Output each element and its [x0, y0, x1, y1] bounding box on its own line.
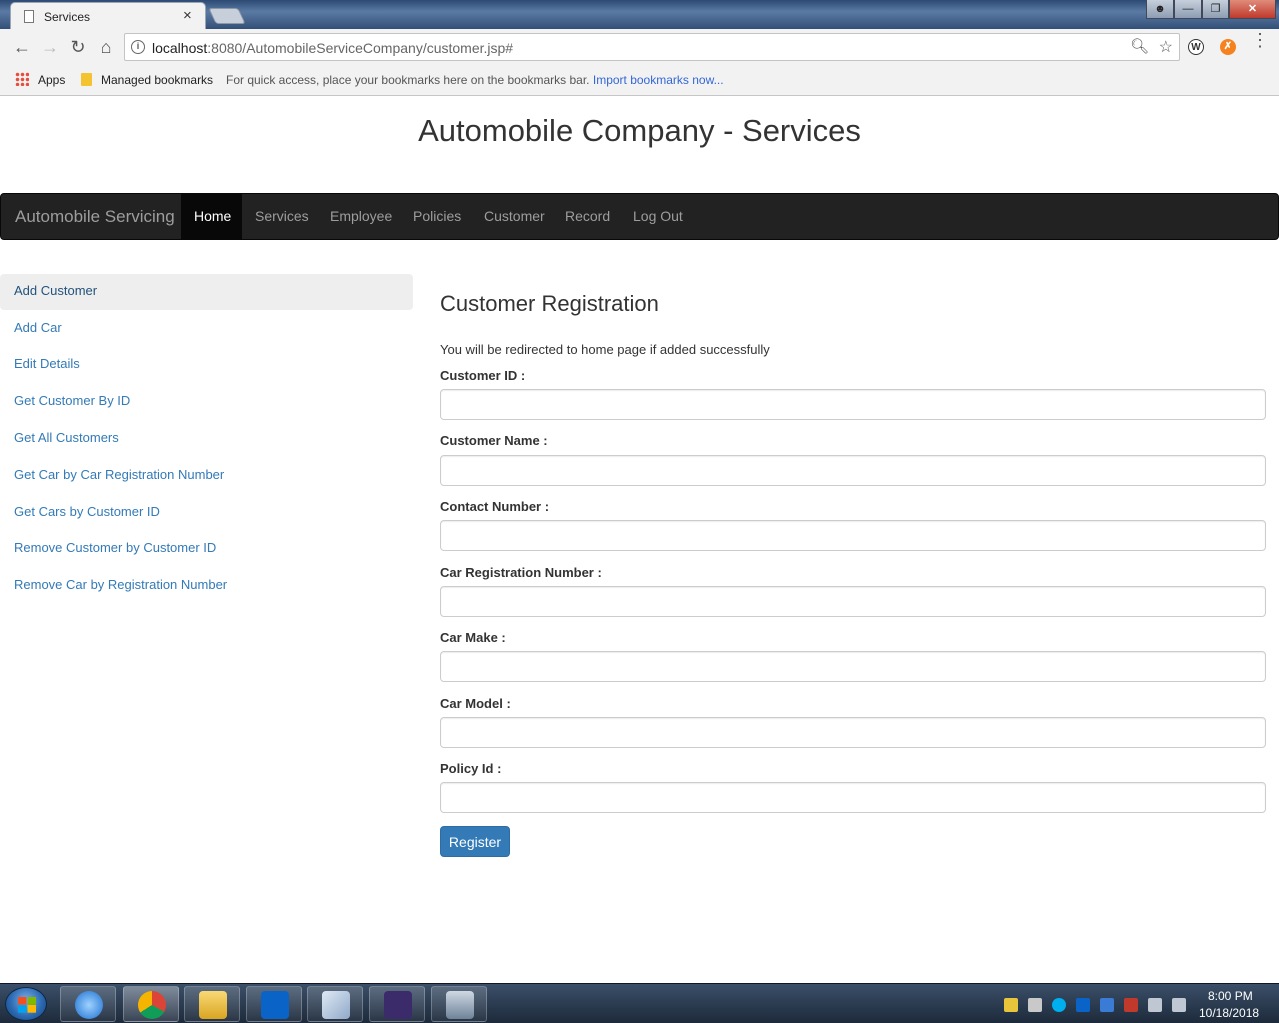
app-tray-icon[interactable] — [1100, 998, 1114, 1012]
zoom-icon[interactable]: 🔍︎ — [1130, 37, 1149, 55]
form-title: Customer Registration — [440, 291, 659, 316]
clock-date[interactable]: 10/18/2018 — [1199, 1006, 1259, 1020]
bookmarks-hint-text: For quick access, place your bookmarks h… — [226, 73, 590, 87]
site-info-icon[interactable]: i — [131, 40, 145, 54]
back-arrow-icon[interactable]: ← — [11, 38, 33, 56]
sidebar-item-get-cars-by-customer[interactable]: Get Cars by Customer ID — [0, 495, 413, 531]
browser-tab[interactable]: Services × — [10, 2, 206, 29]
os-taskbar: 8:00 PM 10/18/2018 — [0, 983, 1279, 1023]
sidebar-item-get-customer-by-id[interactable]: Get Customer By ID — [0, 384, 413, 420]
nav-home[interactable]: Home — [181, 194, 242, 239]
navbar-brand[interactable]: Automobile Servicing — [15, 207, 175, 227]
taskbar-java-ee-ide[interactable] — [369, 986, 425, 1022]
taskbar-notes[interactable] — [307, 986, 363, 1022]
page-title: Automobile Company - Services — [418, 113, 861, 148]
main-navbar: Automobile Servicing Home Services Emplo… — [0, 193, 1279, 240]
nav-record[interactable]: Record — [552, 194, 623, 239]
profile-icon[interactable]: ☻ — [1146, 0, 1174, 19]
sidebar-item-get-car-by-registration[interactable]: Get Car by Car Registration Number — [0, 458, 413, 494]
bookmark-star-icon[interactable]: ☆ — [1159, 37, 1173, 57]
sidebar-item-add-customer[interactable]: Add Customer — [0, 274, 413, 310]
close-window-button[interactable]: ✕ — [1229, 0, 1276, 19]
restore-button[interactable]: ❐ — [1202, 0, 1229, 19]
customer-name-label: Customer Name : — [440, 433, 548, 448]
car-registration-input[interactable] — [440, 586, 1266, 617]
skype-icon[interactable] — [1052, 998, 1066, 1012]
car-make-label: Car Make : — [440, 630, 506, 645]
start-button[interactable] — [5, 987, 47, 1021]
taskbar-explorer[interactable] — [184, 986, 240, 1022]
taskbar-ie[interactable] — [60, 986, 116, 1022]
folder-icon — [81, 73, 92, 86]
tab-title: Services — [44, 10, 91, 24]
volume-icon[interactable] — [1172, 998, 1186, 1012]
w-extension-icon[interactable]: W — [1188, 39, 1204, 55]
browser-toolbar: ← → ↻ ⌂ i localhost:8080/AutomobileServi… — [0, 29, 1279, 66]
nav-services[interactable]: Services — [242, 194, 322, 239]
customer-name-input[interactable] — [440, 455, 1266, 486]
customer-id-label: Customer ID : — [440, 368, 526, 383]
apps-grid-icon[interactable] — [15, 72, 29, 86]
outlook-icon — [261, 991, 289, 1019]
java-ee-ide-icon — [384, 991, 412, 1019]
bookmarks-bar: Apps Managed bookmarks For quick access,… — [0, 66, 1279, 96]
customer-id-input[interactable] — [440, 389, 1266, 420]
network-icon[interactable] — [1148, 998, 1162, 1012]
address-bar[interactable]: i localhost:8080/AutomobileServiceCompan… — [124, 33, 1180, 61]
window-titlebar: Services × ☻ — ❐ ✕ — [0, 0, 1279, 29]
url-text[interactable]: localhost:8080/AutomobileServiceCompany/… — [152, 40, 513, 56]
taskbar-outlook[interactable] — [246, 986, 302, 1022]
sidebar-item-remove-car[interactable]: Remove Car by Registration Number — [0, 568, 413, 604]
security-icon[interactable] — [1028, 998, 1042, 1012]
notepad-icon — [322, 991, 350, 1019]
clock-time[interactable]: 8:00 PM — [1208, 989, 1253, 1003]
server-icon — [446, 991, 474, 1019]
car-registration-label: Car Registration Number : — [440, 565, 602, 580]
taskbar-chrome[interactable] — [123, 986, 179, 1022]
sidebar-item-get-all-customers[interactable]: Get All Customers — [0, 421, 413, 457]
sidebar-item-add-car[interactable]: Add Car — [0, 311, 413, 347]
car-model-label: Car Model : — [440, 696, 511, 711]
url-path: :8080/AutomobileServiceCompany/customer.… — [207, 40, 514, 56]
policy-id-label: Policy Id : — [440, 761, 502, 776]
sidebar-item-remove-customer[interactable]: Remove Customer by Customer ID — [0, 531, 413, 567]
extension-icon[interactable]: ✗ — [1220, 39, 1236, 55]
car-model-input[interactable] — [440, 717, 1266, 748]
outlook-tray-icon[interactable] — [1076, 998, 1090, 1012]
import-bookmarks-link[interactable]: Import bookmarks now... — [593, 73, 724, 87]
nav-logout[interactable]: Log Out — [620, 194, 696, 239]
document-icon — [24, 10, 34, 23]
tab-close-icon[interactable]: × — [183, 7, 192, 24]
form-note: You will be redirected to home page if a… — [440, 342, 770, 357]
nav-employee[interactable]: Employee — [317, 194, 405, 239]
nav-policies[interactable]: Policies — [400, 194, 474, 239]
bookmark-managed[interactable]: Managed bookmarks — [101, 73, 213, 87]
windows-logo-icon — [18, 997, 36, 1013]
url-host: localhost — [152, 40, 208, 56]
minimize-button[interactable]: — — [1174, 0, 1202, 19]
flag-icon[interactable] — [1004, 998, 1018, 1012]
car-make-input[interactable] — [440, 651, 1266, 682]
policy-id-input[interactable] — [440, 782, 1266, 813]
sidebar-item-edit-details[interactable]: Edit Details — [0, 347, 413, 383]
reload-icon[interactable]: ↻ — [67, 38, 89, 56]
nav-customer[interactable]: Customer — [471, 194, 558, 239]
contact-number-input[interactable] — [440, 520, 1266, 551]
bookmarks-hint: For quick access, place your bookmarks h… — [226, 73, 724, 87]
display-icon[interactable] — [1124, 998, 1138, 1012]
taskbar-server[interactable] — [431, 986, 487, 1022]
internet-explorer-icon — [75, 991, 103, 1019]
register-button[interactable]: Register — [440, 826, 510, 857]
menu-dots-icon[interactable]: ⋮ — [1251, 31, 1269, 49]
folder-icon — [199, 991, 227, 1019]
new-tab-button[interactable] — [208, 8, 246, 24]
chrome-icon — [138, 991, 166, 1019]
forward-arrow-icon[interactable]: → — [39, 38, 61, 56]
home-icon[interactable]: ⌂ — [95, 38, 117, 56]
bookmark-apps[interactable]: Apps — [38, 73, 65, 87]
contact-number-label: Contact Number : — [440, 499, 550, 514]
